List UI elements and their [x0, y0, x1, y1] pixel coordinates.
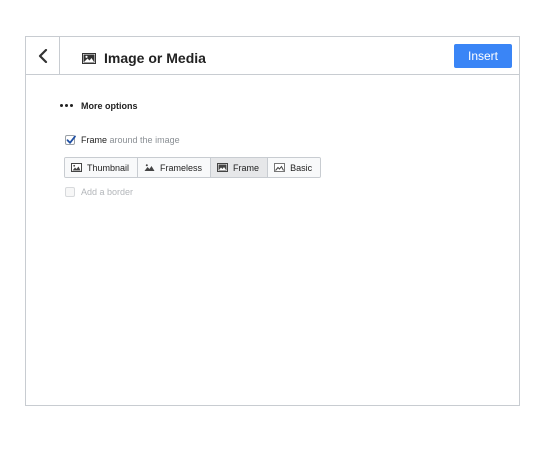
image-icon	[217, 163, 229, 172]
dialog-title: Image or Media	[104, 50, 206, 66]
image-media-dialog: Image or Media Insert More options Frame…	[25, 36, 520, 406]
dialog-header: Image or Media Insert	[26, 37, 519, 75]
style-frame-label: Frame	[233, 162, 260, 173]
border-label: Add a border	[81, 187, 134, 197]
style-thumbnail-button[interactable]: Thumbnail	[65, 158, 139, 177]
image-icon	[82, 53, 96, 64]
frame-label-strong: Frame	[81, 135, 108, 145]
style-thumbnail-label: Thumbnail	[87, 162, 130, 173]
insert-button[interactable]: Insert	[454, 44, 512, 68]
frame-label: Frame around the image	[81, 134, 180, 147]
border-checkbox[interactable]	[65, 187, 75, 197]
more-options-label: More options	[81, 101, 138, 111]
image-icon	[71, 163, 82, 172]
more-dots-icon	[60, 104, 76, 108]
image-icon	[144, 164, 155, 171]
image-icon	[274, 163, 286, 172]
back-button[interactable]	[26, 37, 60, 74]
frame-label-muted: around the image	[109, 135, 180, 145]
chevron-left-icon	[38, 49, 48, 63]
image-style-button-group: Thumbnail Frameless Frame Basic	[64, 157, 322, 178]
style-basic-button[interactable]: Basic	[268, 158, 321, 177]
style-frame-button[interactable]: Frame	[211, 158, 269, 177]
style-frameless-label: Frameless	[160, 162, 203, 173]
style-frameless-button[interactable]: Frameless	[138, 158, 212, 177]
checkmark-icon	[66, 135, 76, 144]
style-basic-label: Basic	[290, 162, 313, 173]
frame-checkbox[interactable]	[65, 135, 76, 145]
